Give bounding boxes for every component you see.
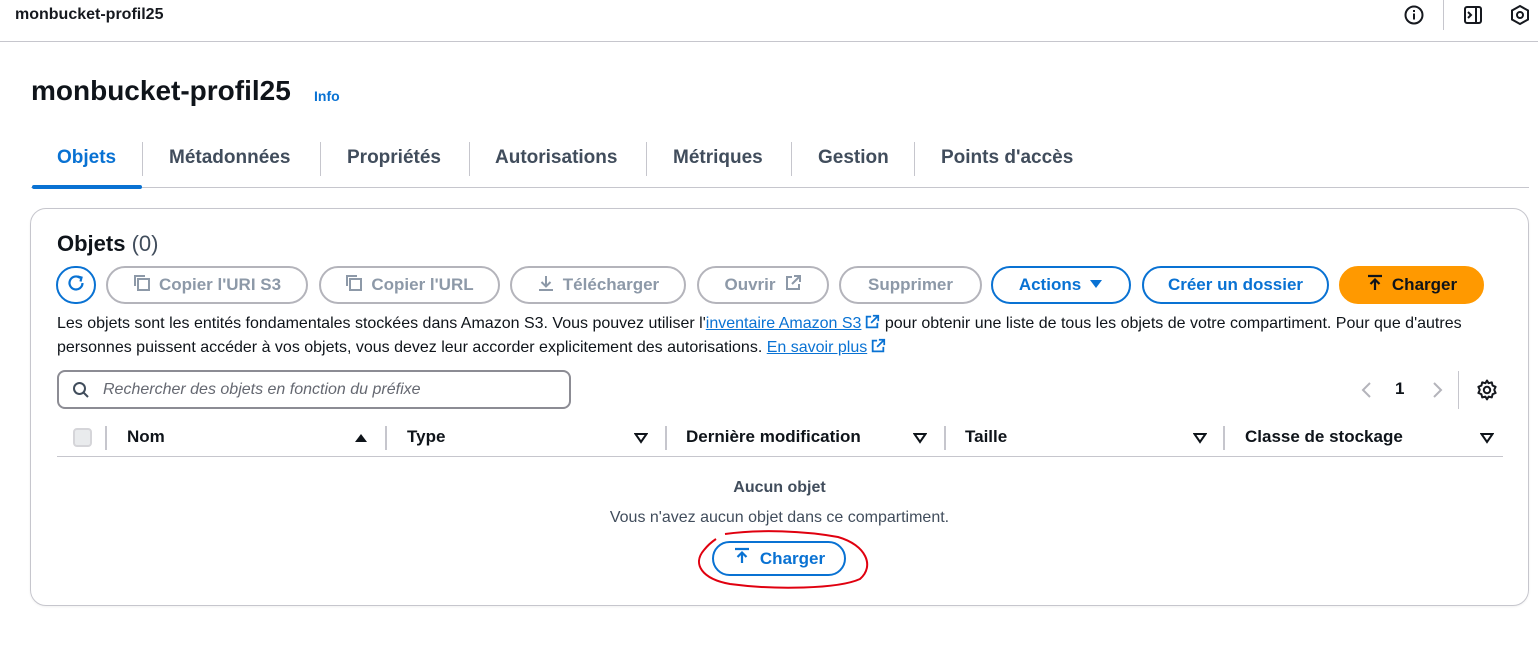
chevron-left-icon [1361,382,1371,398]
topbar-divider [1443,0,1444,30]
copy-icon [345,274,363,297]
inventory-link[interactable]: inventaire Amazon S3 [705,314,881,332]
page-title: monbucket-profil25 [31,75,291,106]
column-divider [385,426,387,450]
sort-ascending-icon[interactable] [354,431,368,449]
column-header-type[interactable]: Type [407,427,445,447]
tab-divider [914,142,915,176]
copy-url-label: Copier l'URL [371,275,474,294]
column-divider [1223,426,1225,450]
tab-bar: Objets Métadonnées Propriétés Autorisati… [31,138,1529,189]
upload-icon [733,547,751,570]
objects-title-text: Objets [57,231,126,256]
empty-state-text: Vous n'avez aucun objet dans ce comparti… [609,509,950,526]
tab-divider [646,142,647,176]
objects-panel: Objets (0) Copier l'URI S3 Copier l'URL … [30,208,1529,606]
learn-more-label: En savoir plus [766,339,868,356]
sort-caret-icon[interactable] [633,431,649,449]
external-link-icon [866,314,880,329]
tab-autorisations[interactable]: Autorisations [495,138,617,188]
open-label: Ouvrir [724,275,776,294]
select-all-checkbox[interactable] [73,428,92,447]
tab-objets[interactable]: Objets [32,138,142,189]
tab-divider [791,142,792,176]
upload-button[interactable]: Charger [1339,266,1484,304]
breadcrumb[interactable]: monbucket-profil25 [15,6,163,24]
column-divider [944,426,946,450]
tab-metadonnees[interactable]: Métadonnées [169,138,290,188]
create-folder-button[interactable]: Créer un dossier [1142,266,1329,304]
column-header-derniere-modification[interactable]: Dernière modification [686,427,861,447]
objects-description: Les objets sont les entités fondamentale… [57,312,1517,360]
column-header-nom[interactable]: Nom [127,427,165,447]
tab-proprietes[interactable]: Propriétés [347,138,441,188]
table-header: Nom Type Dernière modification Taille Cl… [57,421,1503,457]
chevron-right-icon [1433,382,1443,398]
empty-state-title: Aucun objet [733,479,826,496]
copy-uri-label: Copier l'URI S3 [158,275,282,294]
refresh-icon [65,272,87,299]
objects-title: Objets (0) [57,231,158,257]
objects-count: (0) [131,231,159,256]
info-link[interactable]: Info [314,88,340,104]
tab-points-acces[interactable]: Points d'accès [941,138,1073,188]
settings-gear-icon[interactable] [1475,378,1499,402]
delete-button[interactable]: Supprimer [839,266,982,304]
tab-divider [320,142,321,176]
column-header-classe-stockage[interactable]: Classe de stockage [1245,427,1403,447]
shield-hexagon-icon[interactable] [1509,4,1531,26]
pagination-divider [1458,371,1459,409]
refresh-button[interactable] [56,266,96,304]
previous-page-button[interactable] [1357,379,1377,401]
sort-caret-icon[interactable] [1479,431,1495,449]
column-divider [665,426,667,450]
search-icon [72,381,90,404]
sort-caret-icon[interactable] [1192,431,1208,449]
tab-metriques[interactable]: Métriques [673,138,763,188]
actions-dropdown[interactable]: Actions [991,266,1131,304]
tab-gestion[interactable]: Gestion [818,138,889,188]
download-button[interactable]: Télécharger [510,266,686,304]
search-box[interactable] [57,370,571,409]
actions-label: Actions [1018,275,1082,294]
tab-divider [142,142,143,176]
top-bar: monbucket-profil25 [0,0,1538,42]
column-header-taille[interactable]: Taille [965,427,1007,447]
next-page-button[interactable] [1427,379,1447,401]
external-link-icon [871,338,886,353]
create-folder-label: Créer un dossier [1167,275,1304,294]
download-label: Télécharger [562,275,660,294]
search-input[interactable] [103,378,543,402]
external-link-icon [784,274,802,297]
info-circle-icon[interactable] [1403,4,1425,26]
description-text-1: Les objets sont les entités fondamentale… [57,315,706,332]
copy-url-button[interactable]: Copier l'URL [319,266,500,304]
copy-icon [133,274,151,297]
sort-caret-icon[interactable] [912,431,928,449]
page-number[interactable]: 1 [1395,379,1404,399]
delete-label: Supprimer [867,275,954,294]
upload-icon [1366,274,1384,297]
upload-label: Charger [1391,275,1458,294]
download-icon [537,274,555,297]
learn-more-link[interactable]: En savoir plus [766,338,887,356]
copy-uri-button[interactable]: Copier l'URI S3 [106,266,308,304]
empty-state-upload-label: Charger [759,548,826,568]
caret-down-icon [1089,275,1103,295]
inventory-link-label: inventaire Amazon S3 [705,315,862,332]
empty-state-upload-button[interactable]: Charger [712,541,846,576]
open-button[interactable]: Ouvrir [697,266,829,304]
panel-toggle-icon[interactable] [1462,4,1484,26]
tab-divider [469,142,470,176]
column-divider [105,426,107,450]
